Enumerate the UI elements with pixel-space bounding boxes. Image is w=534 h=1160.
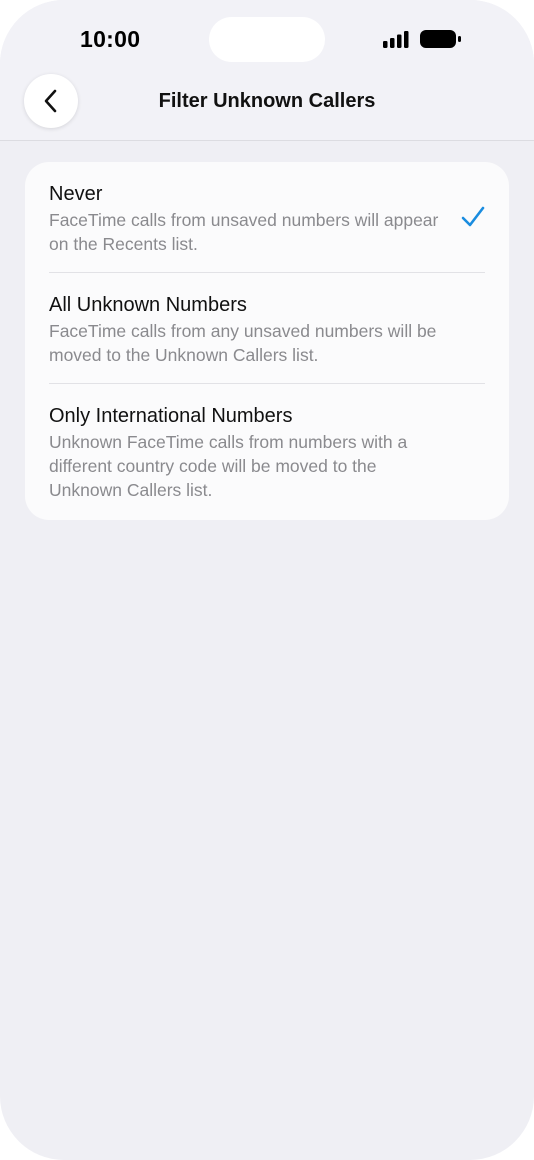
option-title: Never bbox=[49, 183, 103, 205]
page-title: Filter Unknown Callers bbox=[158, 90, 376, 112]
option-never[interactable]: Never FaceTime calls from unsaved number… bbox=[49, 162, 485, 272]
option-all-unknown-numbers[interactable]: All Unknown Numbers FaceTime calls from … bbox=[49, 272, 485, 383]
option-description: FaceTime calls from any unsaved numbers … bbox=[49, 321, 437, 365]
option-title: Only International Numbers bbox=[49, 405, 293, 427]
battery-icon bbox=[420, 30, 461, 48]
checkmark-icon bbox=[461, 206, 485, 227]
filter-options-card: Never FaceTime calls from unsaved number… bbox=[25, 162, 509, 520]
option-only-international-numbers[interactable]: Only International Numbers Unknown FaceT… bbox=[49, 383, 485, 520]
dynamic-island bbox=[209, 17, 325, 62]
status-time: 10:00 bbox=[80, 26, 141, 52]
option-title: All Unknown Numbers bbox=[49, 294, 247, 316]
option-description: Unknown FaceTime calls from numbers with… bbox=[49, 432, 408, 500]
option-description: FaceTime calls from unsaved numbers will… bbox=[49, 210, 439, 254]
signal-icon bbox=[383, 31, 409, 48]
phone-screen: 10:00 Filter Unknown Callers Never FaceT… bbox=[0, 0, 534, 1160]
status-bar: 10:00 bbox=[0, 0, 534, 80]
navigation-bar: Filter Unknown Callers bbox=[0, 72, 534, 132]
